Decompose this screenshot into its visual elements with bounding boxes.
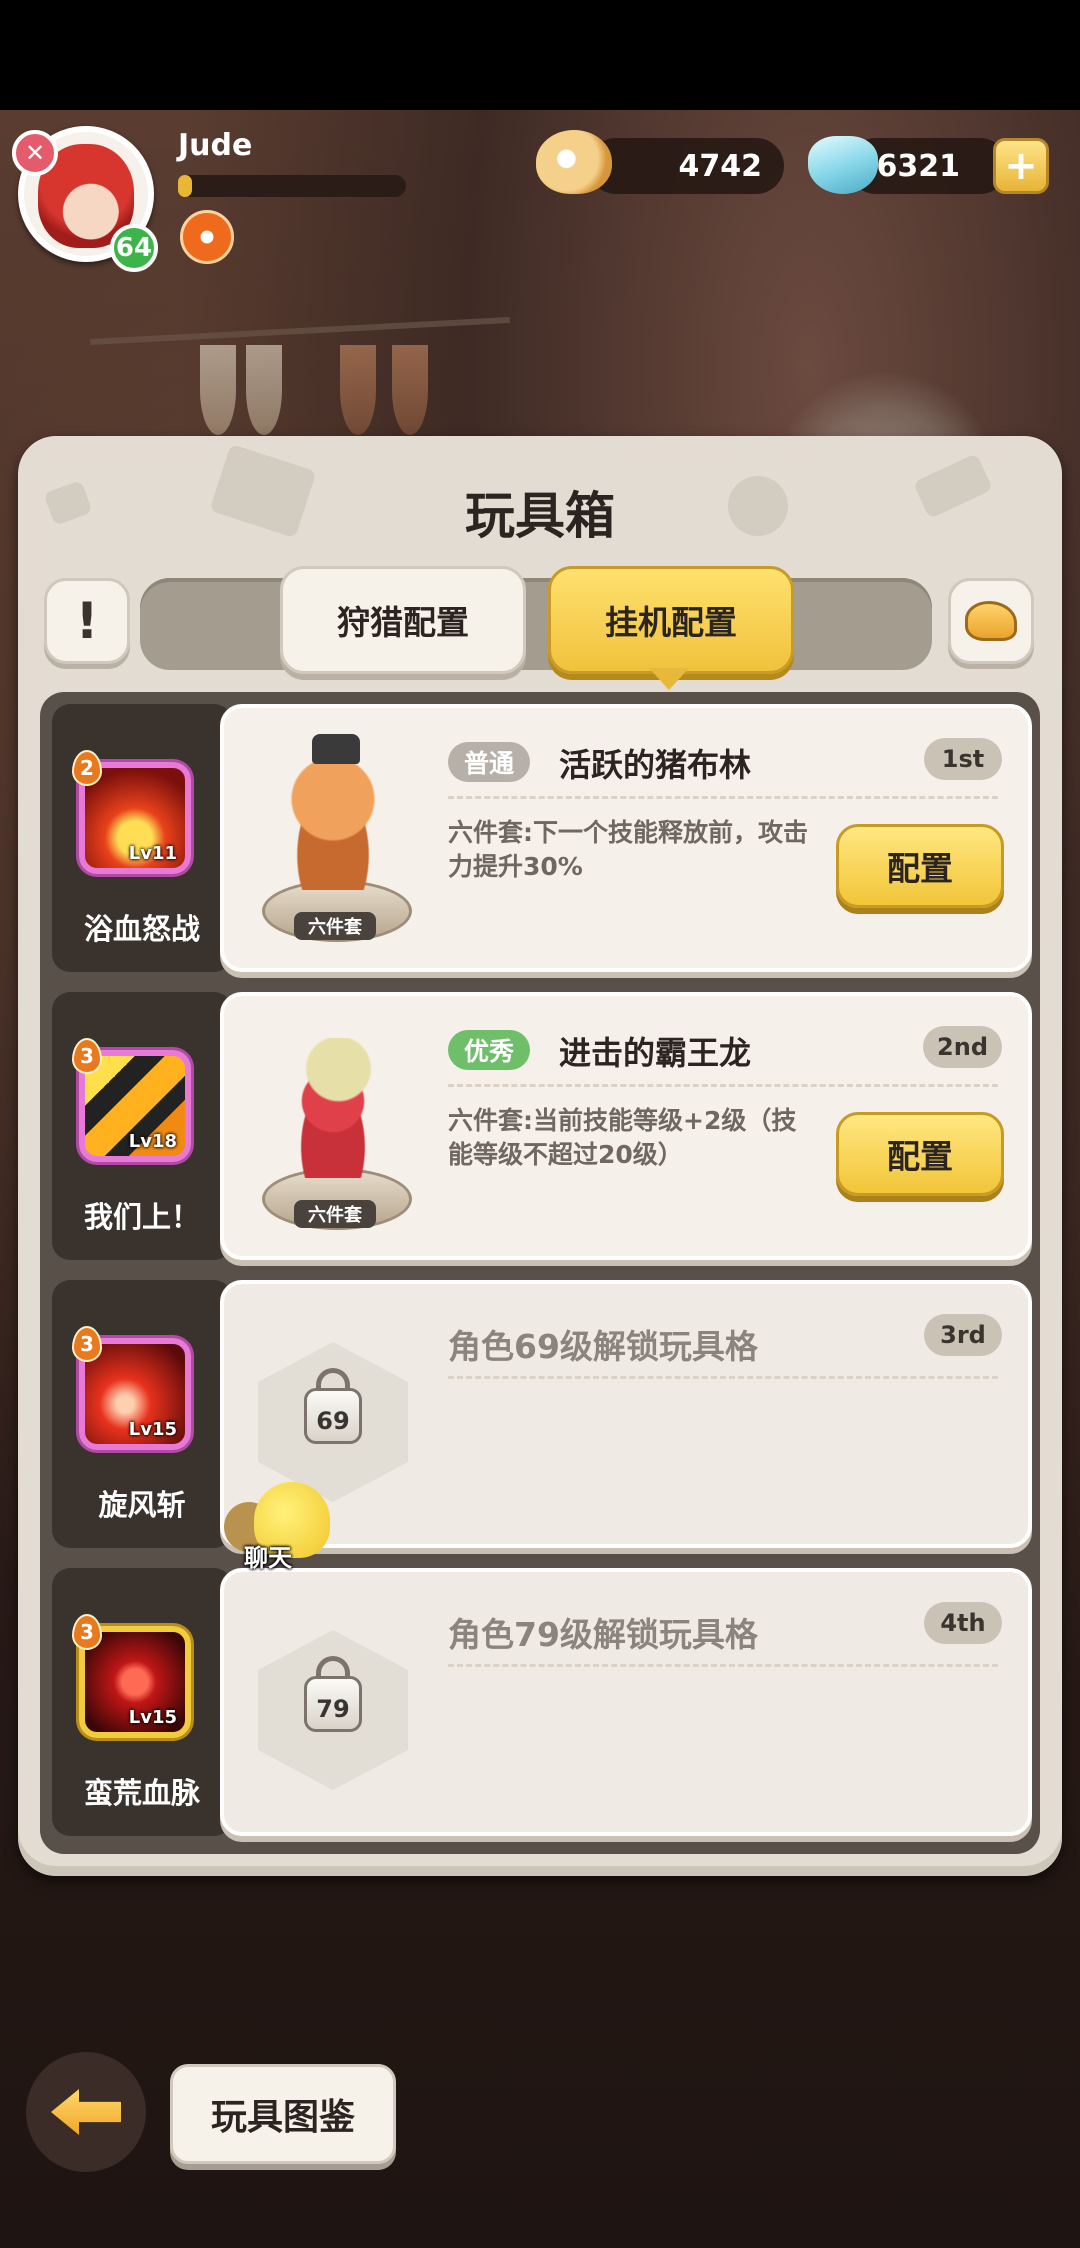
toy-hat (312, 734, 360, 764)
toy-name: 进击的霸王龙 (559, 1034, 752, 1072)
lock-icon: 79 (304, 1676, 362, 1732)
shell-currency-icon (536, 130, 612, 194)
shell-currency-counter: 4742 (588, 138, 784, 194)
selected-tab-pointer (649, 668, 689, 690)
unlock-level: 69 (316, 1407, 350, 1435)
bg-fang (200, 345, 236, 435)
skill-column: 3 Lv18 我们上！ (52, 992, 232, 1260)
bg-fang (246, 345, 282, 435)
divider (448, 1664, 998, 1667)
skill-name: 我们上！ (83, 1200, 200, 1234)
boar-goblin-toy-icon (278, 750, 388, 890)
skill-level: Lv11 (128, 843, 177, 864)
unlock-level: 79 (316, 1695, 350, 1723)
rarity-badge: 普通 (448, 742, 531, 782)
toy-set-description: 六件套:当前技能等级+2级（技能等级不超过20级） (448, 1106, 797, 1169)
toy-slot-row: 3 Lv18 我们上！ 六件套 优秀 进击的霸王龙 2nd 六件套:当前技能等级… (52, 992, 1036, 1260)
skill-count-badge: 3 (72, 1326, 102, 1362)
lock-icon: 69 (304, 1388, 362, 1444)
skill-level: Lv18 (128, 1131, 177, 1152)
toy-figure: 六件套 (248, 1018, 418, 1238)
set-label: 六件套 (294, 912, 376, 940)
back-arrow-icon (51, 2089, 121, 2135)
info-button[interactable]: ! (44, 578, 130, 664)
skill-name: 蛮荒血脉 (83, 1776, 200, 1810)
skill-name: 浴血怒战 (83, 912, 200, 946)
toy-card[interactable]: 六件套 普通 活跃的猪布林 1st 六件套:下一个技能释放前，攻击力提升30% … (220, 704, 1032, 972)
page-title: 玩具箱 (465, 487, 615, 545)
locked-toy-card: 79 角色79级解锁玩具格 4th (220, 1568, 1032, 1836)
strength-button[interactable] (948, 578, 1034, 664)
gem-amount: 6321 (876, 148, 961, 184)
configure-button[interactable]: 配置 (836, 824, 1004, 908)
unlock-requirement: 角色79级解锁玩具格 (448, 1615, 758, 1654)
skill-count-badge: 3 (72, 1038, 102, 1074)
toy-slot-row: 2 Lv11 浴血怒战 六件套 普通 活跃的猪布林 1st 六件套:下一个技能释… (52, 704, 1036, 972)
toy-card[interactable]: 六件套 优秀 进击的霸王龙 2nd 六件套:当前技能等级+2级（技能等级不超过2… (220, 992, 1032, 1260)
toy-set-description: 六件套:下一个技能释放前，攻击力提升30% (448, 818, 808, 881)
guild-emblem-icon[interactable] (180, 210, 234, 264)
unlock-requirement: 角色69级解锁玩具格 (448, 1327, 758, 1366)
divider (448, 1084, 998, 1087)
skill-count-badge: 3 (72, 1614, 102, 1650)
xp-bar (178, 175, 406, 197)
toy-name: 活跃的猪布林 (559, 746, 752, 784)
skill-count-badge: 2 (72, 750, 102, 786)
skill-level: Lv15 (128, 1419, 177, 1440)
gem-currency-icon (808, 136, 878, 194)
cancel-badge-icon: ✕ (12, 130, 58, 176)
slot-rank-badge: 1st (924, 738, 1002, 780)
bg-fang (340, 345, 376, 435)
rarity-badge: 优秀 (448, 1030, 531, 1070)
divider (448, 796, 998, 799)
slot-rank-badge: 4th (924, 1602, 1002, 1644)
flexed-arm-icon (965, 601, 1017, 641)
toy-slot-row: 3 Lv15 旋风斩 69 角色69级解锁玩具格 3rd (52, 1280, 1036, 1548)
slot-rank-badge: 3rd (924, 1314, 1002, 1356)
toy-codex-button[interactable]: 玩具图鉴 (170, 2064, 396, 2164)
tab-bar (140, 578, 932, 670)
t-rex-toy-icon (278, 1038, 388, 1178)
back-button[interactable] (26, 2052, 146, 2172)
skill-column: 2 Lv11 浴血怒战 (52, 704, 232, 972)
add-gems-button[interactable]: + (993, 138, 1049, 194)
configure-button[interactable]: 配置 (836, 1112, 1004, 1196)
skill-name: 旋风斩 (98, 1488, 186, 1522)
player-name: Jude (178, 128, 253, 163)
tab-hunt-config[interactable]: 狩猎配置 (280, 566, 526, 674)
toy-figure: 六件套 (248, 730, 418, 950)
skill-level: Lv15 (128, 1707, 177, 1728)
toy-slot-row: 3 Lv15 蛮荒血脉 79 角色79级解锁玩具格 4th (52, 1568, 1036, 1836)
set-label: 六件套 (294, 1200, 376, 1228)
bg-fang (392, 345, 428, 435)
skill-column: 3 Lv15 旋风斩 (52, 1280, 232, 1548)
skill-column: 3 Lv15 蛮荒血脉 (52, 1568, 232, 1836)
slot-rank-badge: 2nd (923, 1026, 1002, 1068)
chat-label: 聊天 (244, 1544, 292, 1572)
shell-amount: 4742 (678, 148, 763, 184)
chat-button[interactable]: 聊天 (224, 1482, 344, 1572)
xp-bar-fill (178, 175, 192, 197)
player-level-badge: 64 (110, 224, 158, 272)
divider (448, 1376, 998, 1379)
bg-rope (90, 317, 510, 345)
tab-idle-config[interactable]: 挂机配置 (548, 566, 794, 674)
